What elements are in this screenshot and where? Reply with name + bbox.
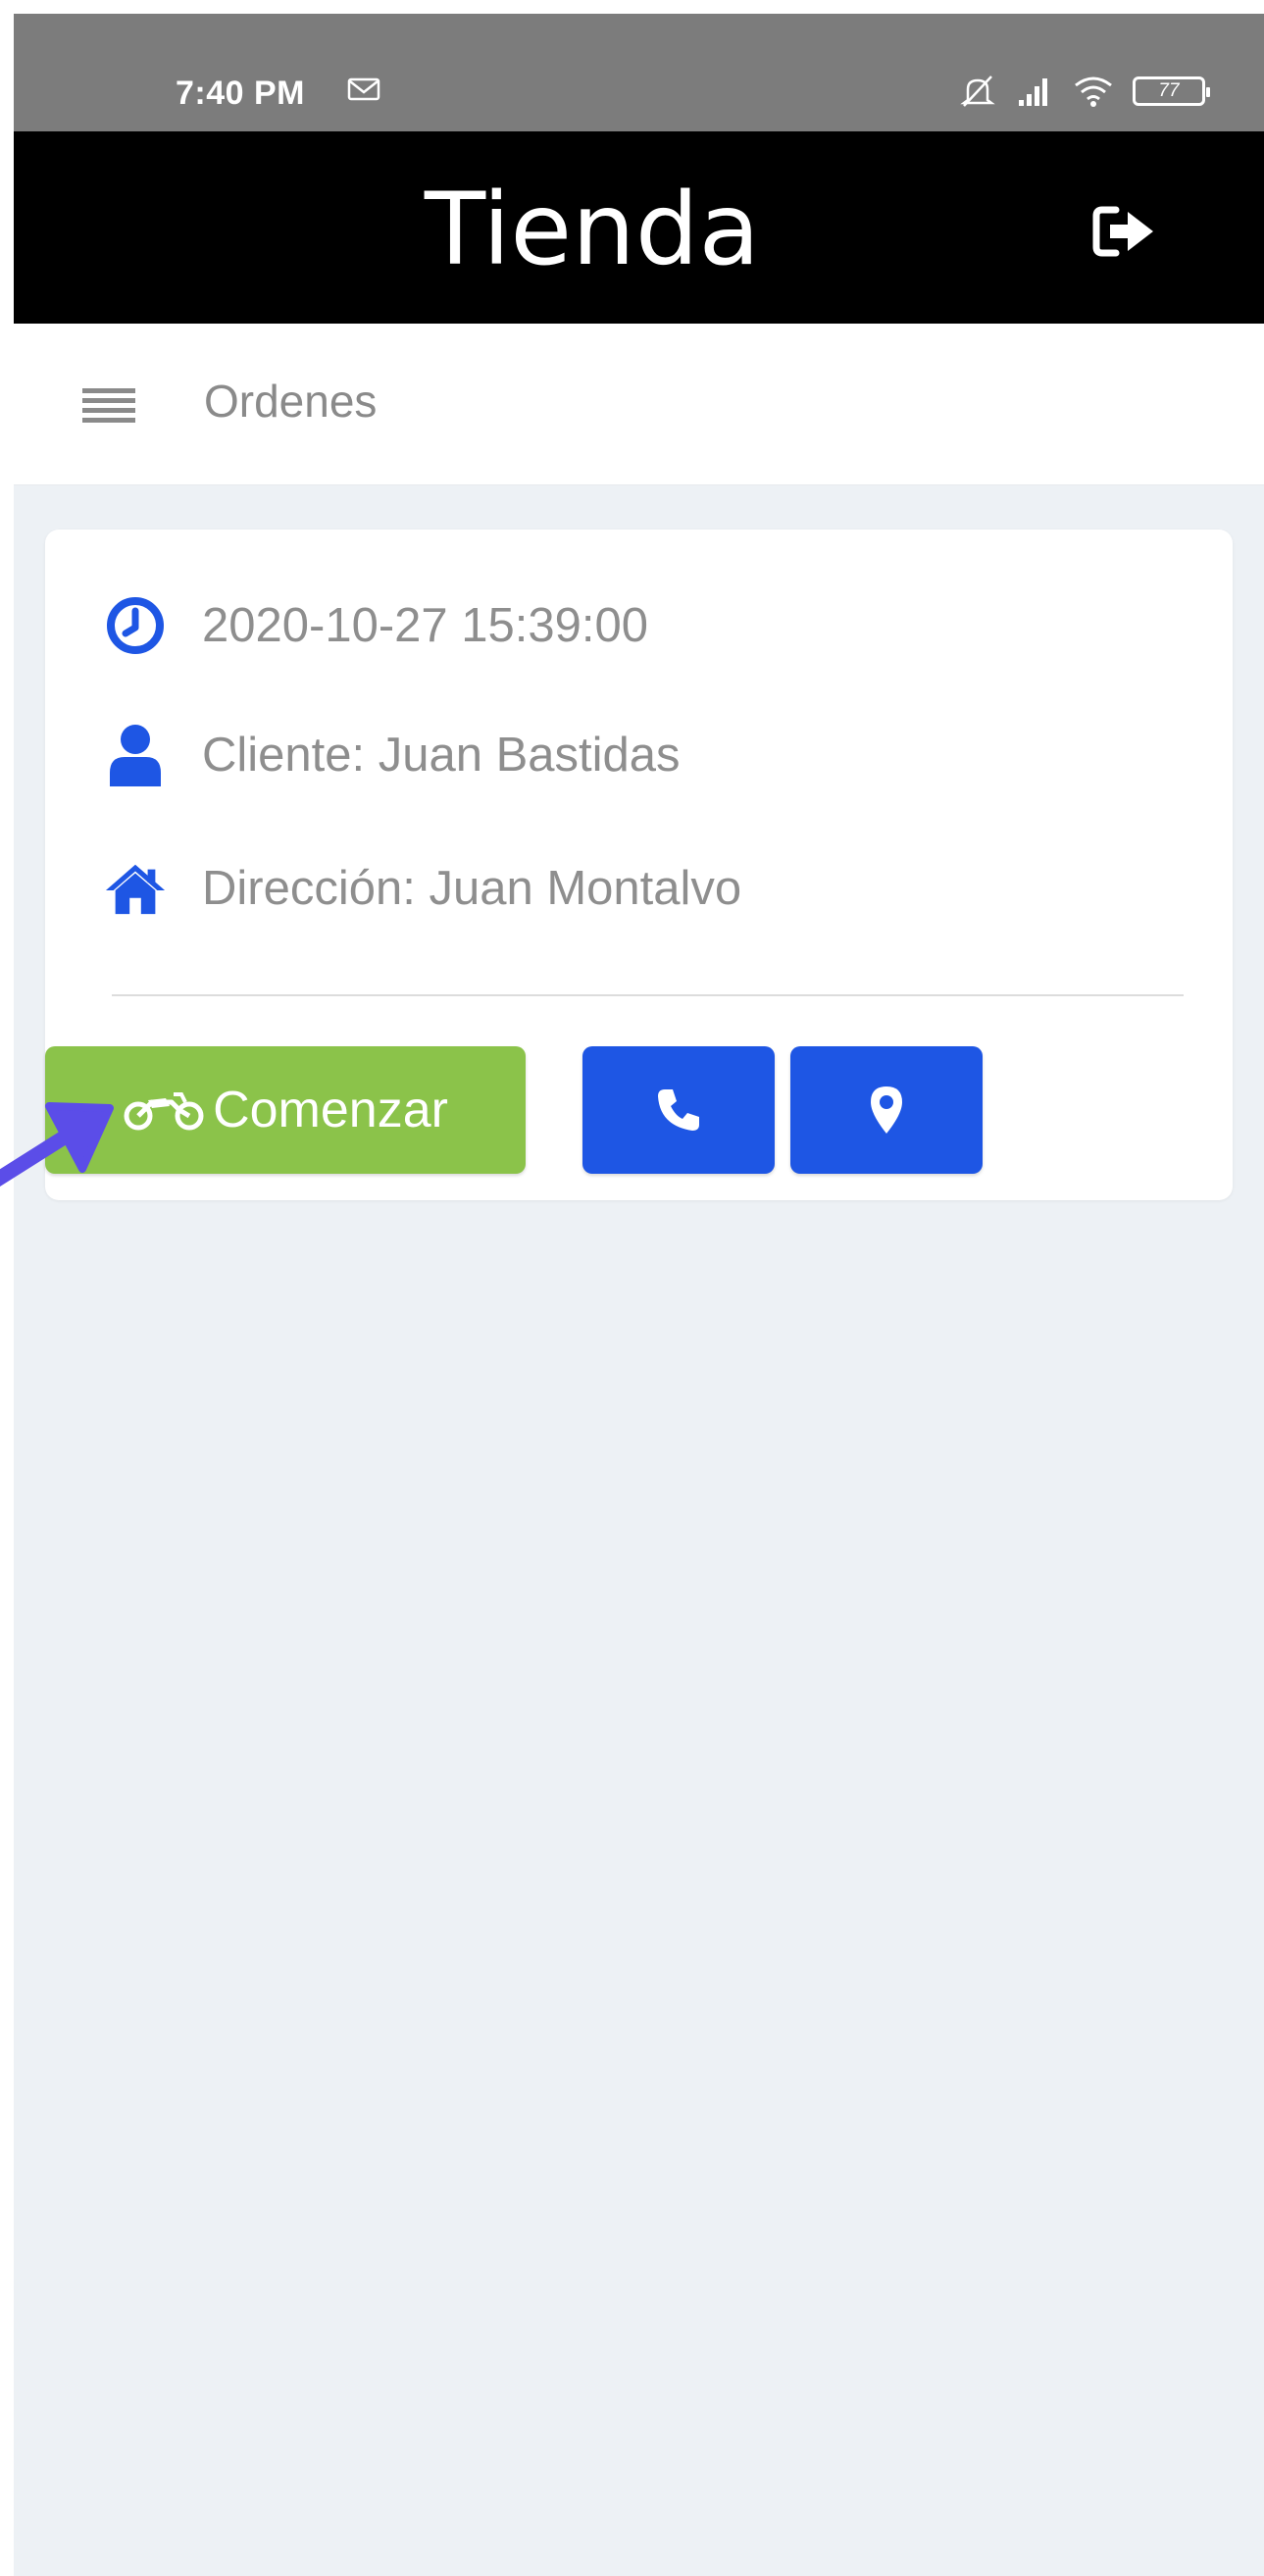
- call-button[interactable]: [582, 1046, 775, 1174]
- battery-icon: 77: [1133, 76, 1210, 106]
- mail-icon: [347, 77, 380, 101]
- start-order-label: Comenzar: [213, 1082, 448, 1138]
- map-marker-icon: [871, 1086, 902, 1134]
- app-header: Tienda: [14, 131, 1264, 324]
- map-button[interactable]: [790, 1046, 983, 1174]
- order-card: 2020-10-27 15:39:00 Cliente: Juan Bastid…: [45, 530, 1233, 1200]
- phone-icon: [658, 1089, 699, 1131]
- status-time: 7:40 PM: [176, 75, 305, 112]
- home-icon: [104, 857, 167, 920]
- battery-level: 77: [1158, 80, 1180, 101]
- user-icon: [104, 724, 167, 786]
- order-address-row: Dirección: Juan Montalvo: [104, 857, 741, 920]
- card-divider: [112, 994, 1184, 996]
- status-bar: 7:40 PM 77: [14, 14, 1264, 131]
- sign-out-icon[interactable]: [1090, 202, 1159, 261]
- mute-icon: [960, 76, 995, 107]
- order-client: Cliente: Juan Bastidas: [202, 729, 681, 782]
- signal-icon: [1019, 78, 1047, 106]
- annotation-arrow-icon: [0, 1102, 114, 1187]
- wifi-icon: [1075, 76, 1112, 107]
- page-subheader: Ordenes: [14, 324, 1264, 485]
- status-icons: 77: [958, 73, 1210, 110]
- order-client-row: Cliente: Juan Bastidas: [104, 724, 681, 786]
- app-screen: 7:40 PM 77 Tienda Ordenes 2020-10-27 15:…: [14, 14, 1264, 2576]
- order-address: Dirección: Juan Montalvo: [202, 862, 742, 915]
- page-title: Ordenes: [204, 376, 378, 427]
- order-datetime-row: 2020-10-27 15:39:00: [104, 594, 648, 657]
- menu-icon[interactable]: [82, 386, 135, 426]
- app-title: Tienda: [424, 172, 761, 288]
- motorcycle-icon: [124, 1092, 204, 1131]
- order-datetime: 2020-10-27 15:39:00: [202, 599, 648, 652]
- clock-icon: [104, 594, 167, 657]
